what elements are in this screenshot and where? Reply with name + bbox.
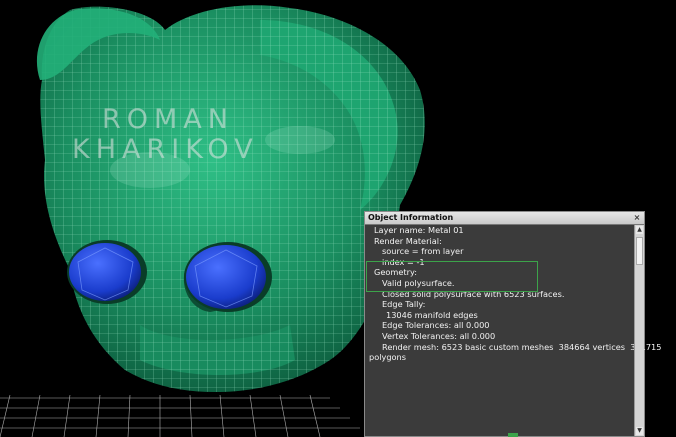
right-eye-gem	[184, 242, 272, 312]
info-line: Edge Tolerances: all 0.000	[382, 320, 490, 331]
watermark-line-2: KHARIKOV	[72, 134, 259, 165]
scroll-thumb[interactable]	[636, 237, 643, 265]
scroll-down-icon[interactable]: ▼	[636, 427, 643, 435]
info-line: Geometry:	[374, 267, 417, 278]
info-line: 13046 manifold edges	[386, 309, 478, 320]
info-line: Vertex Tolerances: all 0.000	[382, 330, 496, 341]
panel-title: Object Information	[368, 213, 454, 222]
vertical-scrollbar[interactable]: ▲ ▼	[634, 225, 644, 436]
info-line: Render Material:	[374, 235, 442, 246]
watermark-line-1: ROMAN	[102, 104, 234, 135]
info-line: polygons	[369, 352, 406, 363]
panel-content: Layer name: Metal 01 Render Material: so…	[365, 225, 662, 436]
info-line: Render mesh: 6523 basic custom meshes 38…	[382, 341, 662, 352]
panel-titlebar[interactable]: Object Information ×	[365, 212, 644, 225]
close-icon[interactable]: ×	[632, 213, 642, 222]
info-line: Edge Tally:	[382, 299, 426, 310]
info-line: Closed solid polysurface with 6523 surfa…	[382, 288, 565, 299]
scroll-up-icon[interactable]: ▲	[636, 226, 643, 234]
left-eye-gem	[67, 240, 147, 304]
info-line: index = -1	[382, 256, 425, 267]
info-line: source = from layer	[382, 246, 464, 257]
green-indicator	[508, 433, 518, 437]
info-line: Valid polysurface.	[382, 277, 455, 288]
object-information-panel: Object Information × Layer name: Metal 0…	[364, 211, 662, 437]
ground-grid	[0, 394, 360, 437]
info-line: Layer name: Metal 01	[374, 225, 464, 235]
